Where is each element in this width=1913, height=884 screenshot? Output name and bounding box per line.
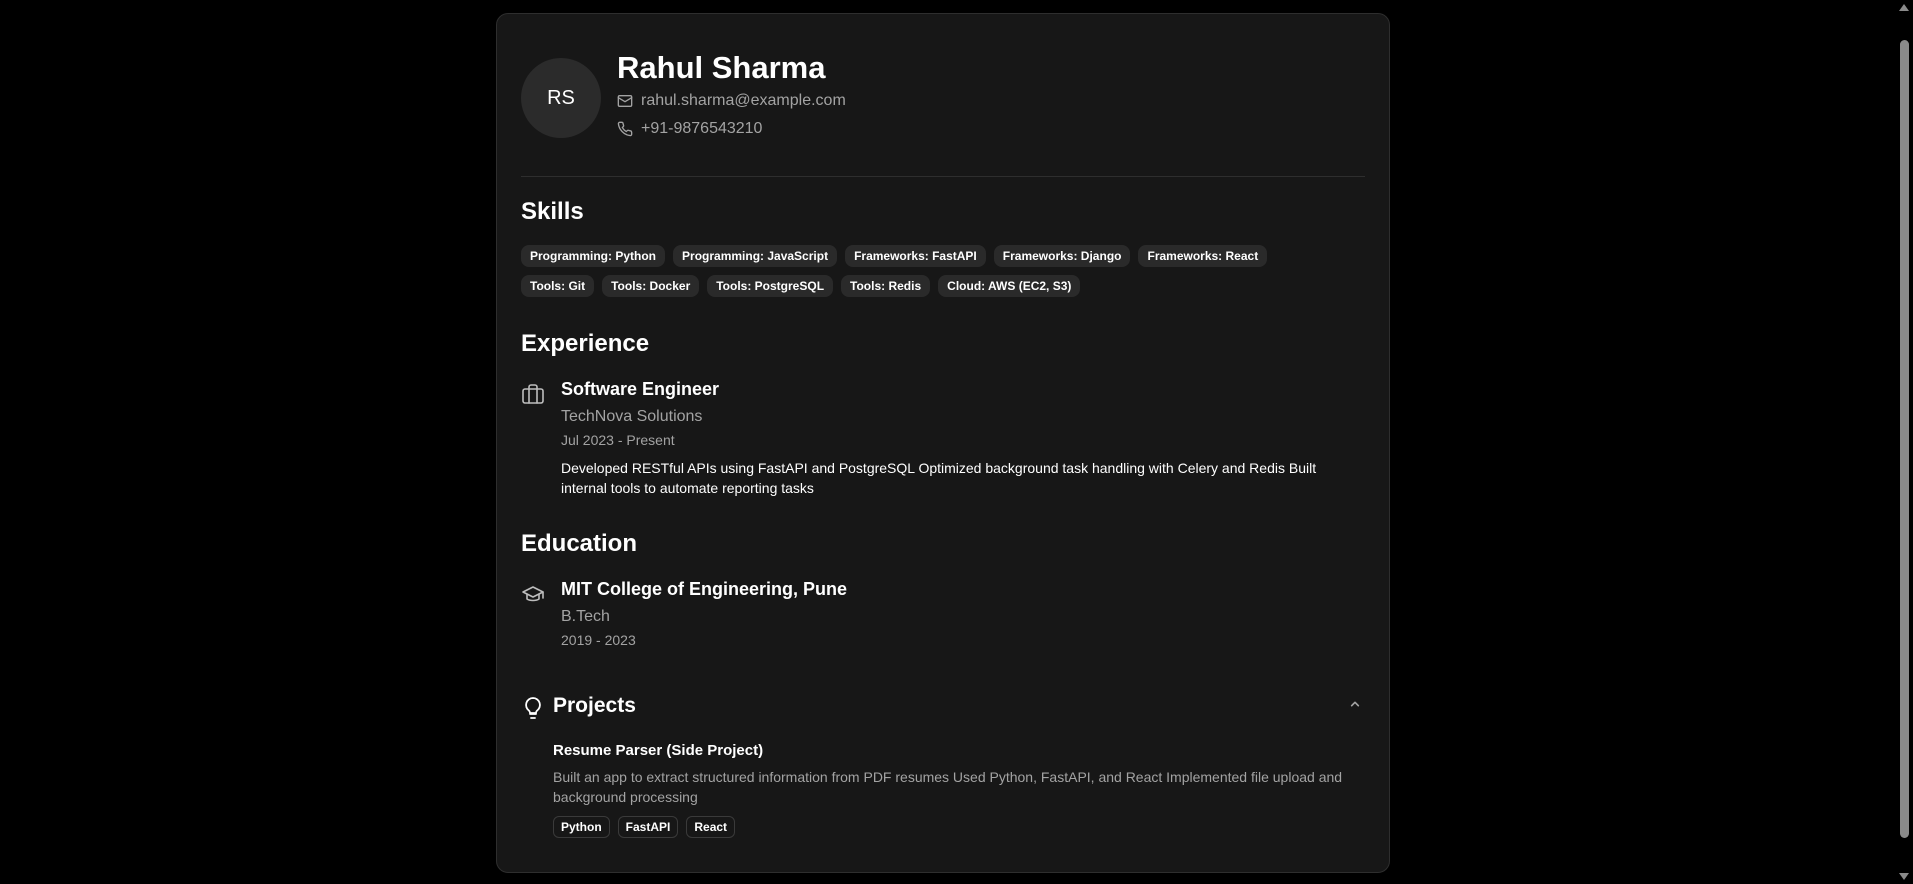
project-tag: FastAPI	[617, 816, 679, 838]
project-tags: Python FastAPI React	[553, 816, 1373, 838]
school-name: MIT College of Engineering, Pune	[561, 579, 848, 599]
experience-entry: Software Engineer TechNova Solutions Jul…	[561, 379, 1361, 498]
project-entry: Resume Parser (Side Project) Built an ap…	[553, 742, 1373, 838]
chevron-up-icon[interactable]	[1345, 694, 1365, 714]
projects-header[interactable]: Projects	[521, 694, 1365, 726]
experience-title: Experience	[521, 330, 650, 357]
project-tag: React	[686, 816, 736, 838]
skill-chip: Programming: Python	[521, 245, 666, 267]
skill-chip: Frameworks: Django	[993, 245, 1131, 267]
job-dates: Jul 2023 - Present	[561, 432, 675, 448]
skill-chip: Programming: JavaScript	[673, 245, 838, 267]
skills-title: Skills	[521, 198, 584, 225]
project-name: Resume Parser (Side Project)	[553, 742, 764, 759]
scrollbar[interactable]	[1896, 0, 1913, 884]
skill-chip: Tools: Redis	[841, 275, 931, 297]
email-text[interactable]: rahul.sharma@example.com	[641, 92, 846, 110]
phone-text[interactable]: +91-9876543210	[641, 120, 762, 138]
job-description: Developed RESTful APIs using FastAPI and…	[561, 460, 1317, 496]
projects-title: Projects	[553, 694, 636, 717]
phone-row[interactable]: +91-9876543210	[617, 120, 762, 138]
education-entry: MIT College of Engineering, Pune B.Tech …	[561, 579, 1361, 648]
scroll-down-arrow[interactable]	[1899, 873, 1909, 880]
profile-header: RS Rahul Sharma rahul.sharma@example.com…	[521, 46, 1365, 177]
skill-chip: Tools: Docker	[602, 275, 700, 297]
skill-chip: Tools: PostgreSQL	[707, 275, 834, 297]
resume-card: RS Rahul Sharma rahul.sharma@example.com…	[496, 13, 1390, 873]
skills-list: Programming: Python Programming: JavaScr…	[521, 245, 1341, 297]
lightbulb-icon	[525, 697, 541, 719]
job-role: Software Engineer	[561, 379, 720, 399]
skill-chip: Cloud: AWS (EC2, S3)	[938, 275, 1081, 297]
education-dates: 2019 - 2023	[561, 632, 636, 648]
email-row[interactable]: rahul.sharma@example.com	[617, 92, 846, 110]
scroll-up-arrow[interactable]	[1899, 4, 1909, 11]
skill-chip: Frameworks: React	[1138, 245, 1268, 267]
mail-icon	[617, 95, 633, 107]
degree: B.Tech	[561, 608, 610, 625]
education-title: Education	[521, 530, 638, 557]
project-description: Built an app to extract structured infor…	[553, 769, 1343, 805]
phone-icon	[617, 121, 633, 137]
skill-chip: Frameworks: FastAPI	[845, 245, 986, 267]
skill-chip: Tools: Git	[521, 275, 595, 297]
profile-name: Rahul Sharma	[617, 50, 826, 85]
graduation-cap-icon	[522, 586, 544, 602]
briefcase-icon	[522, 384, 544, 404]
scroll-thumb[interactable]	[1900, 40, 1909, 838]
company-name: TechNova Solutions	[561, 408, 703, 425]
avatar: RS	[521, 58, 601, 138]
project-tag: Python	[553, 816, 610, 838]
